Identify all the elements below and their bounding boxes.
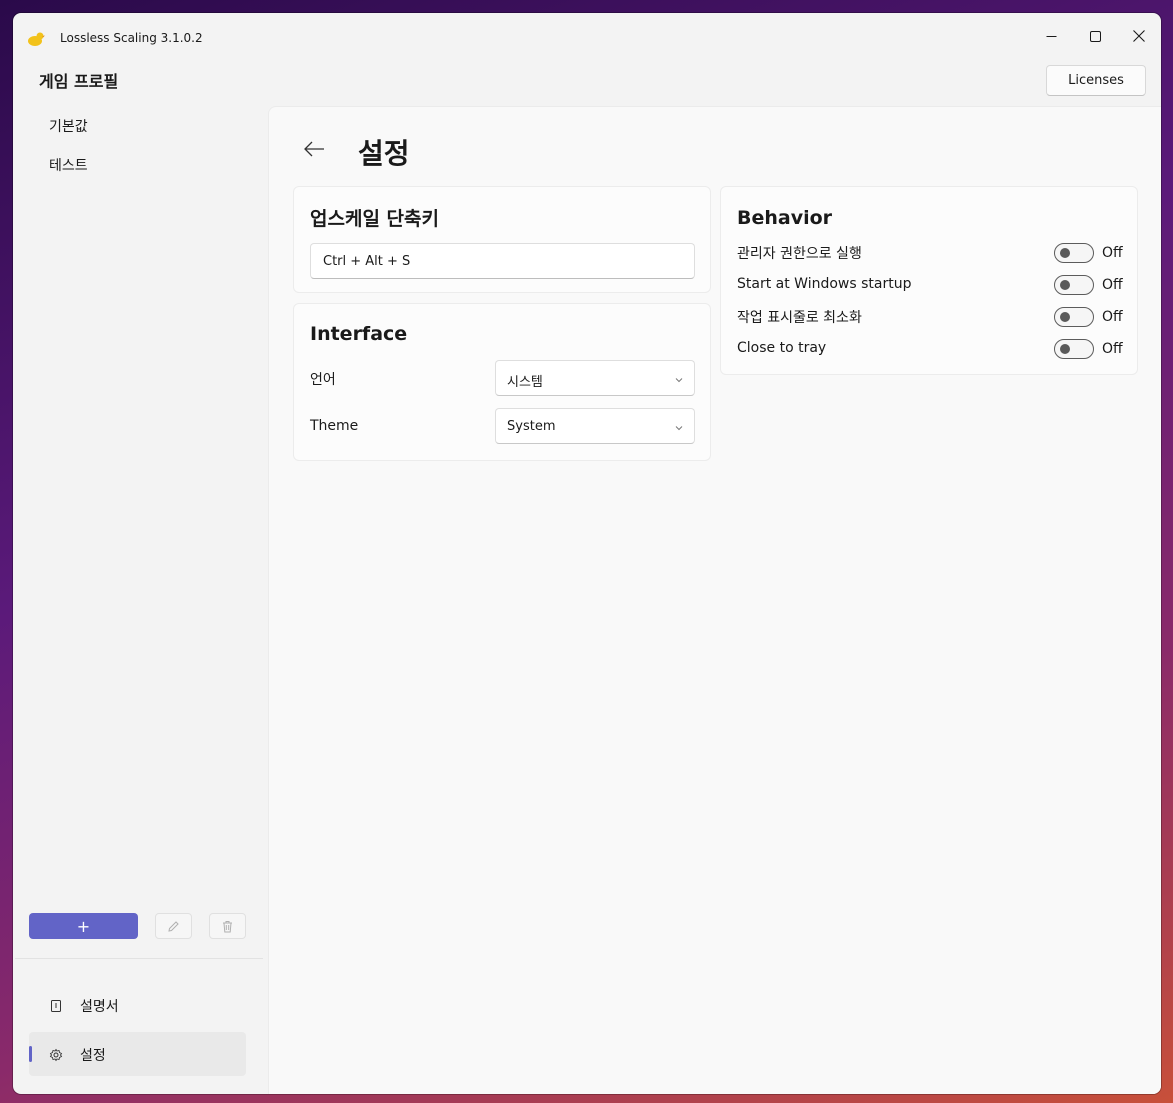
sidebar-title: 게임 프로필 <box>39 72 119 91</box>
maximize-icon <box>1089 30 1101 42</box>
hotkey-card-title: 업스케일 단축키 <box>310 208 439 230</box>
page-title: 설정 <box>358 137 410 170</box>
toggle-knob <box>1060 248 1070 258</box>
run-as-admin-state: Off <box>1102 245 1123 261</box>
app-window: Lossless Scaling 3.1.0.2 게임 프로필 Licenses… <box>13 13 1161 1094</box>
language-select-value: 시스템 <box>507 375 543 390</box>
licenses-button[interactable]: Licenses <box>1046 65 1146 96</box>
nav-item-label: 설정 <box>80 1048 106 1064</box>
close-to-tray-toggle[interactable] <box>1054 339 1094 359</box>
back-button[interactable] <box>303 139 331 163</box>
windows-startup-label: Start at Windows startup <box>737 276 912 292</box>
theme-select-value: System <box>507 419 556 434</box>
hotkey-card: 업스케일 단축키 Ctrl + Alt + S <box>293 186 711 293</box>
book-icon <box>49 998 63 1012</box>
minimize-to-taskbar-toggle[interactable] <box>1054 307 1094 327</box>
language-select[interactable]: 시스템 <box>495 360 695 396</box>
edit-profile-button[interactable] <box>155 913 192 939</box>
close-icon <box>1133 30 1145 42</box>
close-button[interactable] <box>1119 21 1159 51</box>
title-bar: Lossless Scaling 3.1.0.2 <box>13 13 1161 63</box>
run-as-admin-label: 관리자 권한으로 실행 <box>737 246 862 262</box>
run-as-admin-toggle[interactable] <box>1054 243 1094 263</box>
chevron-down-icon <box>674 422 684 432</box>
theme-select[interactable]: System <box>495 408 695 444</box>
close-to-tray-label: Close to tray <box>737 340 827 356</box>
gear-icon <box>49 1047 63 1062</box>
maximize-button[interactable] <box>1075 21 1115 51</box>
trash-icon <box>223 920 232 932</box>
behavior-card: Behavior 관리자 권한으로 실행 Off Start at Window… <box>720 186 1138 375</box>
sidebar-divider <box>15 958 263 959</box>
chevron-down-icon <box>674 374 684 384</box>
nav-item-manual[interactable]: 설명서 <box>29 983 246 1027</box>
profile-item-test[interactable]: 테스트 <box>49 155 88 175</box>
delete-profile-button[interactable] <box>209 913 246 939</box>
close-to-tray-state: Off <box>1102 341 1123 357</box>
nav-item-label: 설명서 <box>80 999 119 1015</box>
interface-card-title: Interface <box>310 323 408 345</box>
profile-item-default[interactable]: 기본값 <box>49 116 88 136</box>
windows-startup-state: Off <box>1102 277 1123 293</box>
hotkey-input[interactable]: Ctrl + Alt + S <box>310 243 695 279</box>
back-arrow-icon <box>304 141 324 157</box>
windows-startup-toggle[interactable] <box>1054 275 1094 295</box>
app-title: Lossless Scaling 3.1.0.2 <box>60 31 203 45</box>
app-logo-icon <box>27 31 45 47</box>
toggle-knob <box>1060 344 1070 354</box>
active-indicator <box>29 1046 32 1062</box>
language-label: 언어 <box>310 372 336 388</box>
settings-content: 설정 업스케일 단축키 Ctrl + Alt + S Interface 언어 … <box>268 106 1161 1094</box>
minimize-icon <box>1046 35 1056 37</box>
minimize-to-taskbar-state: Off <box>1102 309 1123 325</box>
interface-card: Interface 언어 시스템 Theme System <box>293 303 711 461</box>
theme-label: Theme <box>310 418 359 434</box>
toggle-knob <box>1060 312 1070 322</box>
pencil-icon <box>168 920 179 932</box>
minimize-button[interactable] <box>1031 21 1071 51</box>
minimize-to-taskbar-label: 작업 표시줄로 최소화 <box>737 310 862 326</box>
toggle-knob <box>1060 280 1070 290</box>
nav-item-settings[interactable]: 설정 <box>29 1032 246 1076</box>
add-profile-button[interactable]: + <box>29 913 138 939</box>
behavior-card-title: Behavior <box>737 207 833 229</box>
